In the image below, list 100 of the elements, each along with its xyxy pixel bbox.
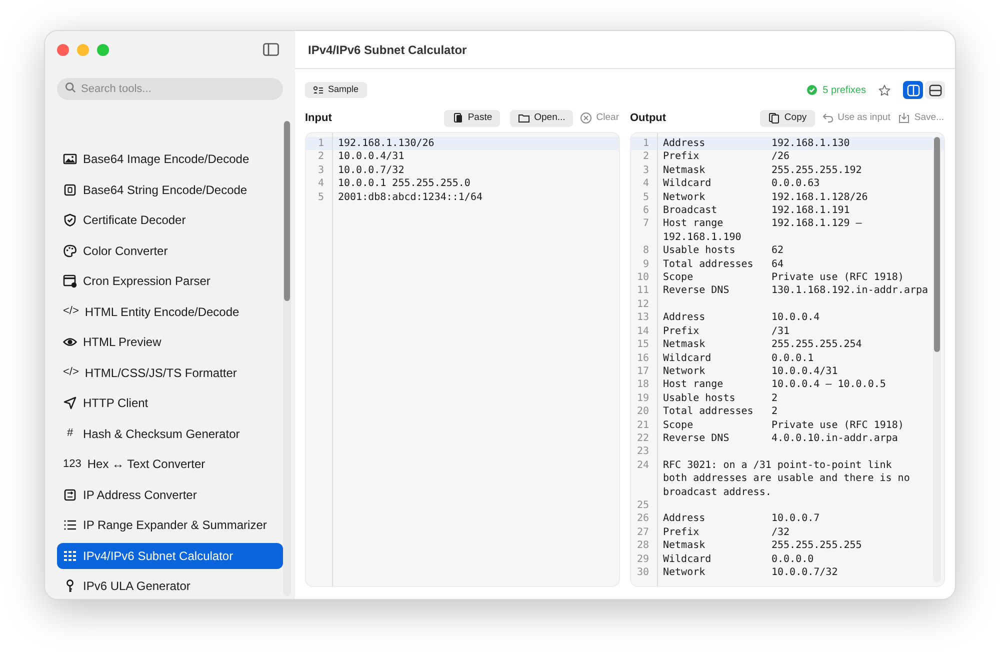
sidebar-item[interactable]: IP Address Converter bbox=[57, 482, 283, 508]
field-key: Prefix bbox=[663, 150, 772, 164]
sidebar-item[interactable]: HTML Preview bbox=[57, 329, 283, 355]
image-icon bbox=[63, 152, 77, 166]
close-button[interactable] bbox=[57, 44, 69, 56]
sidebar-item[interactable]: Base64 Image Encode/Decode bbox=[57, 146, 283, 172]
panel-heading: Input bbox=[305, 110, 332, 126]
search-icon bbox=[65, 82, 76, 92]
field-value: 255.255.255.192 bbox=[772, 164, 862, 178]
line-number: 26 bbox=[636, 512, 650, 526]
line-number: 24 bbox=[636, 458, 650, 473]
field-key: Wildcard bbox=[663, 177, 772, 191]
folder-icon bbox=[518, 112, 530, 124]
field-key: Prefix bbox=[663, 324, 772, 338]
sidebar-item[interactable]: Certificate Decoder bbox=[57, 207, 283, 233]
note-text: RFC 3021: on a /31 point-to-point link both addresses are usable and there is no broadcast address. bbox=[663, 458, 911, 499]
toolbar-button[interactable]: Paste bbox=[444, 110, 500, 126]
line-number: 17 bbox=[636, 364, 650, 378]
sidebar-item[interactable]: IP Range Expander & Summarizer bbox=[57, 512, 283, 538]
sidebar-item[interactable]: Color Converter bbox=[57, 238, 283, 264]
window-title: IPv4/IPv6 Subnet Calculator bbox=[308, 42, 467, 58]
letter-square-icon bbox=[63, 182, 77, 196]
field-key: Usable hosts bbox=[663, 244, 772, 258]
field-value: /32 bbox=[772, 526, 790, 540]
copy-icon bbox=[768, 112, 780, 124]
glyph-icon: 123 bbox=[63, 456, 82, 472]
check-circle-icon bbox=[806, 85, 817, 95]
field-key: Netmask bbox=[663, 539, 772, 553]
line-number: 15 bbox=[636, 338, 650, 352]
sidebar-item[interactable]: Base64 String Encode/Decode bbox=[57, 176, 283, 202]
output-editor[interactable] bbox=[630, 132, 945, 587]
field-value: 130.1.168.192.in-addr.arpa bbox=[772, 284, 928, 298]
code-line: 10.0.0.4/31 bbox=[338, 150, 404, 164]
input-editor[interactable]: 1 192.168.1.130/26 2 10.0.0.4/31 3 10.0.0.7/32 4 10.0.0.1 255.255.255.0 5 2001:db8:abcd:1234::1/64 bbox=[305, 132, 620, 587]
sidebar-item[interactable]: # Hash & Checksum Generator bbox=[57, 420, 283, 446]
field-value: /31 bbox=[772, 324, 790, 338]
sidebar-item[interactable]: HTTP Client bbox=[57, 390, 283, 416]
search-field[interactable]: Search tools... bbox=[57, 78, 283, 100]
field-key: Address bbox=[663, 512, 772, 526]
field-key: Host range bbox=[663, 217, 772, 231]
line-number: 8 bbox=[642, 244, 650, 258]
grid-icon bbox=[63, 548, 77, 562]
line-number: 14 bbox=[636, 324, 650, 338]
field-key: Total addresses bbox=[663, 258, 772, 272]
line-number: 1 bbox=[316, 137, 325, 150]
field-key: Reverse DNS bbox=[663, 432, 772, 446]
scrollbar-thumb[interactable] bbox=[284, 121, 290, 301]
field-value: 192.168.1.190 bbox=[663, 230, 742, 244]
glyph-icon: </> bbox=[63, 303, 79, 320]
sidebar-item[interactable]: </> HTML/CSS/JS/TS Formatter bbox=[57, 360, 283, 386]
toolbar-button[interactable]: Open... bbox=[510, 110, 574, 126]
field-value: 4.0.0.10.in-addr.arpa bbox=[772, 432, 898, 446]
field-key: Network bbox=[663, 364, 772, 378]
line-number: 10 bbox=[636, 271, 650, 284]
field-value: 62 bbox=[772, 244, 784, 258]
line-number: 3 bbox=[642, 164, 650, 178]
field-value: 2 bbox=[772, 405, 778, 419]
line-number: 22 bbox=[636, 432, 650, 446]
sidebar-item[interactable]: IPv4/IPv6 Subnet Calculator bbox=[57, 542, 283, 568]
field-value: Private use (RFC 1918) bbox=[772, 271, 904, 284]
sidebar-item[interactable]: IPv6 ULA Generator bbox=[57, 573, 283, 599]
scrollbar-thumb[interactable] bbox=[934, 137, 940, 352]
field-key: Wildcard bbox=[663, 352, 772, 365]
field-key: Total addresses bbox=[663, 405, 772, 419]
sidebar-item[interactable]: Cron Expression Parser bbox=[57, 268, 283, 294]
line-number: 29 bbox=[636, 552, 650, 566]
field-value: 192.168.1.191 bbox=[772, 204, 850, 218]
line-number: 16 bbox=[636, 352, 650, 365]
shield-check-icon bbox=[63, 213, 77, 227]
line-number: 5 bbox=[316, 190, 325, 204]
field-key: Broadcast bbox=[663, 204, 772, 218]
line-number: 18 bbox=[636, 378, 650, 392]
field-value: 10.0.0.4/31 bbox=[772, 364, 838, 378]
line-number: 2 bbox=[316, 150, 325, 164]
field-value: 10.0.0.7 bbox=[772, 512, 820, 526]
field-key: Wildcard bbox=[663, 552, 772, 566]
sample-button[interactable]: Sample bbox=[305, 82, 367, 98]
line-number: 23 bbox=[636, 445, 650, 459]
line-number: 27 bbox=[636, 526, 650, 540]
view-toggle[interactable] bbox=[925, 81, 945, 99]
field-value: 10.0.0.4 bbox=[772, 311, 820, 325]
line-number: 12 bbox=[636, 298, 650, 312]
status-text: 5 prefixes bbox=[822, 84, 866, 98]
field-value: 255.255.255.254 bbox=[772, 338, 862, 352]
star-icon[interactable] bbox=[878, 84, 891, 96]
field-value: 0.0.0.0 bbox=[772, 552, 814, 566]
field-key: Host range bbox=[663, 378, 772, 392]
paper-plane-icon bbox=[63, 396, 77, 410]
view-toggle[interactable] bbox=[903, 81, 923, 99]
field-key: Prefix bbox=[663, 526, 772, 540]
sidebar-toggle-icon[interactable] bbox=[263, 43, 279, 56]
field-key: Address bbox=[663, 137, 772, 150]
code-line: 10.0.0.7/32 bbox=[338, 164, 404, 178]
toolbar-button[interactable]: Copy bbox=[760, 110, 815, 126]
field-key: Scope bbox=[663, 418, 772, 432]
sidebar-item[interactable]: 123 Hex ↔ Text Converter bbox=[57, 451, 283, 477]
code-line: 192.168.1.130/26 bbox=[338, 137, 434, 150]
field-value: 64 bbox=[772, 258, 784, 272]
sidebar-item[interactable]: </> HTML Entity Encode/Decode bbox=[57, 298, 283, 324]
line-number: 11 bbox=[636, 284, 650, 298]
